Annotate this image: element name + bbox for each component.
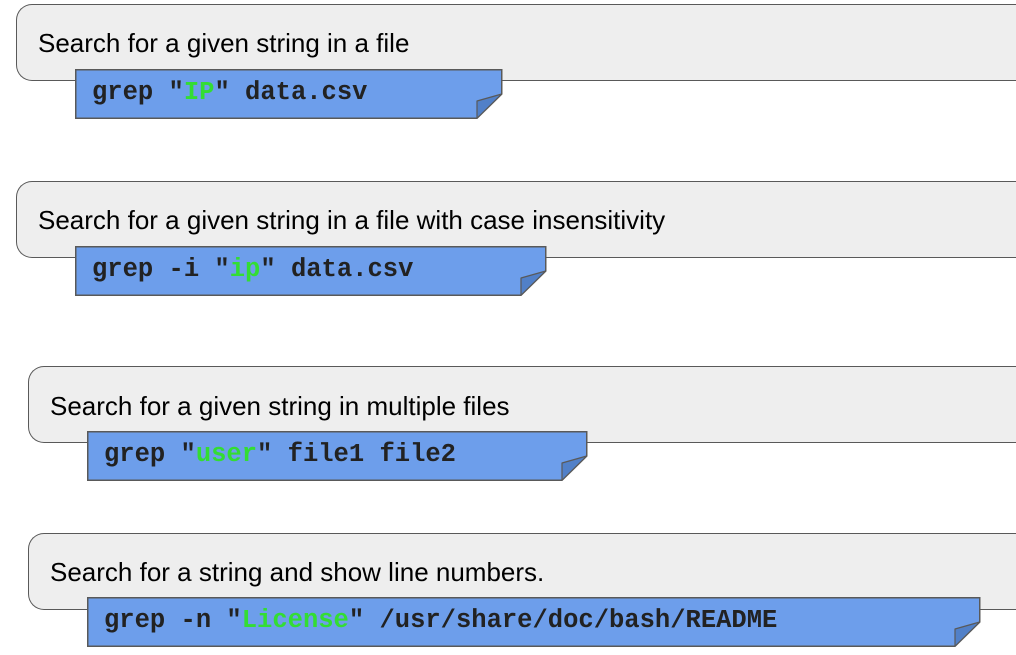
example-description-1: Search for a given string in a file [38,28,410,58]
example-description-2: Search for a given string in a file with… [38,205,666,235]
command-code-3: grep "user" file1 file2 [104,440,456,469]
command-snippet-2[interactable]: grep -i "ip" data.csv [75,246,547,296]
command-snippet-1[interactable]: grep "IP" data.csv [75,69,503,119]
command-code-2: grep -i "ip" data.csv [92,255,414,284]
search-term-2: ip [229,255,261,284]
command-code-4: grep -n "License" /usr/share/doc/bash/RE… [104,606,778,635]
search-term-1: IP [183,78,215,107]
command-snippet-3[interactable]: grep "user" file1 file2 [87,431,588,481]
example-description-3: Search for a given string in multiple fi… [50,391,510,421]
example-description-4: Search for a string and show line number… [50,557,545,587]
command-code-1: grep "IP" data.csv [92,78,368,107]
search-term-3: user [195,440,258,469]
search-term-4: License [241,606,349,635]
command-snippet-4[interactable]: grep -n "License" /usr/share/doc/bash/RE… [87,597,981,647]
